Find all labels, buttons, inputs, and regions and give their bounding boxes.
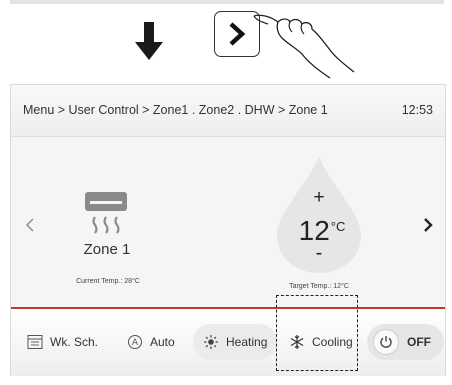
svg-text:A: A [132, 338, 139, 348]
heating-mode-button[interactable]: Heating [193, 324, 277, 360]
down-arrow-icon [135, 22, 163, 60]
zone-name: Zone 1 [83, 241, 131, 258]
auto-mode-label: Auto [150, 335, 175, 349]
screen-header: Menu > User Control > Zone1 . Zone2 . DH… [11, 85, 445, 137]
increase-temp-button[interactable]: + [299, 187, 339, 209]
air-conditioner-icon [85, 192, 127, 234]
setpoint-value: 12 [298, 215, 330, 246]
power-button-ring [373, 329, 399, 355]
power-toggle-button[interactable]: OFF [367, 324, 444, 360]
heating-mode-label: Heating [226, 335, 268, 349]
left-chevron-icon[interactable] [19, 210, 41, 240]
target-temperature: Target Temp.: 12°C [289, 283, 349, 290]
controller-screen: Menu > User Control > Zone1 . Zone2 . DH… [10, 84, 446, 376]
sun-icon [204, 335, 218, 349]
power-state-label: OFF [407, 335, 431, 349]
pointing-hand-icon [253, 14, 355, 79]
current-temperature: Current Temp.: 28°C [76, 278, 140, 285]
weekly-schedule-button[interactable]: Wk. Sch. [27, 324, 98, 360]
clock-time: 12:53 [401, 103, 433, 117]
top-divider [10, 0, 444, 4]
cooling-highlight-box [276, 295, 358, 371]
setpoint-unit: °C [330, 219, 346, 234]
auto-mode-icon: A [128, 335, 142, 349]
power-icon [380, 336, 392, 348]
auto-mode-button[interactable]: A Auto [127, 324, 175, 360]
right-chevron-icon [229, 22, 246, 46]
weekly-schedule-label: Wk. Sch. [50, 335, 99, 349]
right-chevron-icon[interactable] [417, 210, 439, 240]
setpoint-display: 12°C [277, 215, 367, 247]
decrease-temp-button[interactable]: - [299, 243, 339, 263]
mode-bar: Wk. Sch. A Auto Heating Cooling OFF [11, 307, 445, 376]
calendar-icon [27, 335, 43, 349]
breadcrumb: Menu > User Control > Zone1 . Zone2 . DH… [23, 103, 328, 117]
